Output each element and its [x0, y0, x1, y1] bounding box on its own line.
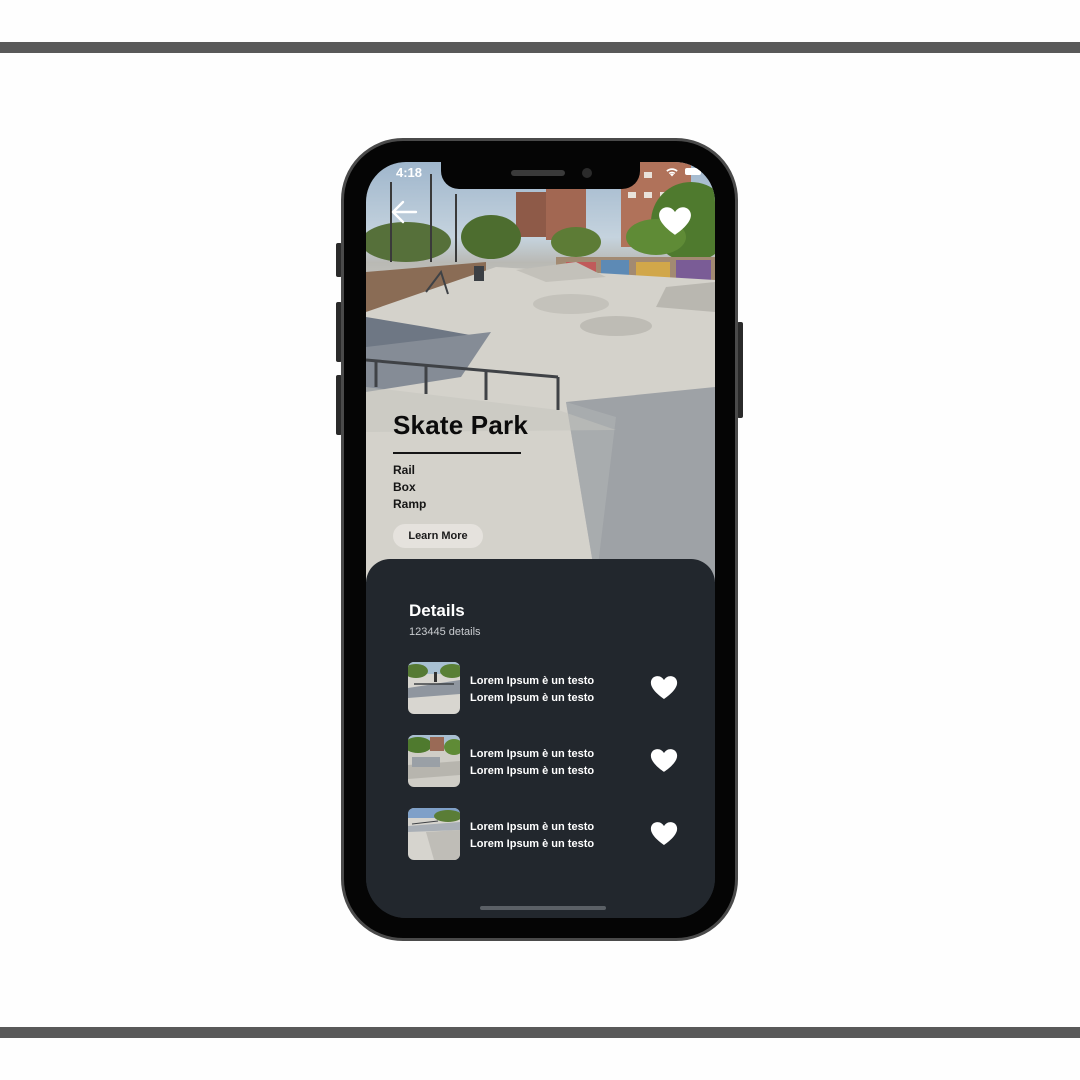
battery-icon [685, 168, 701, 175]
feature-list: Rail Box Ramp [393, 462, 426, 513]
feature-item: Ramp [393, 497, 427, 511]
item-text: Lorem Ipsum è un testo Lorem Ipsum è un … [470, 748, 595, 777]
phone-screen: 4:18 Skate Park Rail Box Ramp Learn More… [366, 162, 715, 918]
list-item[interactable]: Lorem Ipsum è un testo Lorem Ipsum è un … [408, 662, 678, 714]
wifi-icon [666, 168, 678, 177]
learn-more-button[interactable]: Learn More [393, 524, 483, 548]
status-icons [665, 166, 701, 177]
feature-item: Rail [393, 463, 416, 477]
front-camera [582, 168, 592, 178]
bottom-divider [0, 1027, 1080, 1038]
arrow-left-icon[interactable] [390, 199, 418, 225]
heart-icon[interactable] [650, 821, 678, 846]
details-title: Details [409, 601, 465, 620]
status-time: 4:18 [396, 165, 423, 180]
details-count: 123445 details [409, 626, 481, 638]
home-indicator[interactable] [480, 906, 606, 910]
item-thumbnail [408, 662, 460, 714]
item-text: Lorem Ipsum è un testo Lorem Ipsum è un … [470, 821, 595, 850]
list-item[interactable]: Lorem Ipsum è un testo Lorem Ipsum è un … [408, 808, 678, 860]
list-item[interactable]: Lorem Ipsum è un testo Lorem Ipsum è un … [408, 735, 678, 787]
top-divider [0, 42, 1080, 53]
title-underline [393, 452, 521, 454]
feature-item: Box [393, 480, 416, 494]
heart-icon[interactable] [650, 748, 678, 773]
phone-notch [441, 162, 640, 189]
heart-icon[interactable] [658, 206, 692, 236]
item-text: Lorem Ipsum è un testo Lorem Ipsum è un … [470, 675, 595, 704]
page-title: Skate Park [393, 410, 528, 440]
item-thumbnail [408, 808, 460, 860]
details-panel: Details 123445 details Lorem Ipsum è un … [366, 559, 715, 918]
heart-icon[interactable] [650, 675, 678, 700]
earpiece-speaker [511, 170, 565, 176]
page: 4:18 Skate Park Rail Box Ramp Learn More… [0, 0, 1080, 1080]
item-thumbnail [408, 735, 460, 787]
